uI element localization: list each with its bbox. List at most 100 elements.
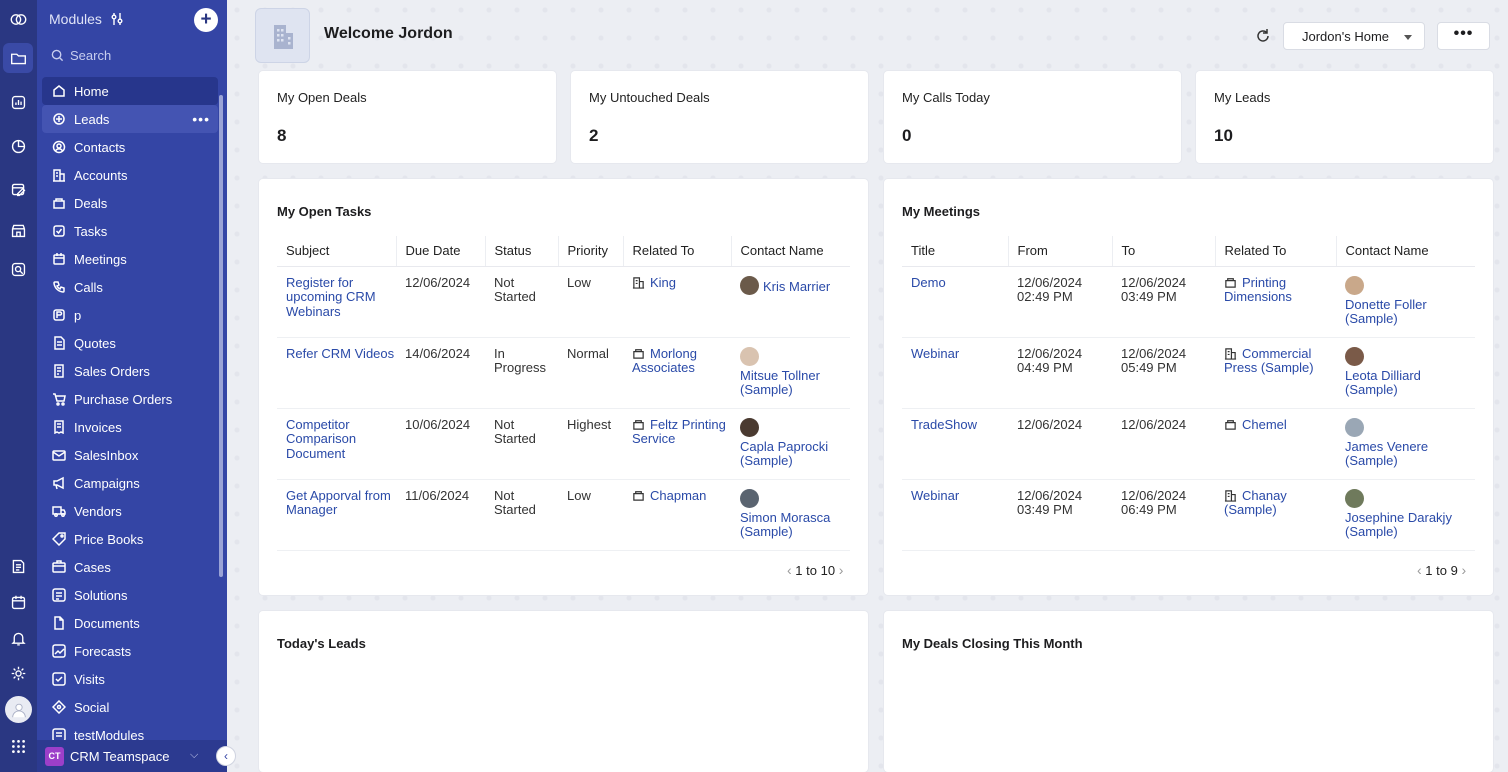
add-module-button[interactable]: + — [194, 8, 218, 32]
crm-logo-icon[interactable] — [8, 9, 28, 29]
page-title: Welcome Jordon — [324, 25, 453, 42]
contact-link[interactable]: Mitsue Tollner (Sample) — [740, 368, 820, 398]
sidebar-item-documents[interactable]: Documents — [42, 609, 218, 637]
column-header[interactable]: Priority — [558, 236, 624, 267]
contact-link[interactable]: Leota Dilliard (Sample) — [1345, 368, 1421, 398]
contact-link[interactable]: Donette Foller (Sample) — [1345, 297, 1427, 327]
sidebar-item-social[interactable]: Social — [42, 693, 218, 721]
column-header[interactable]: Status — [485, 236, 559, 267]
sidebar-item-solutions[interactable]: Solutions — [42, 581, 218, 609]
search-records-icon[interactable] — [8, 259, 28, 279]
prev-page-icon[interactable]: ‹ — [787, 562, 792, 578]
contact-link[interactable]: James Venere (Sample) — [1345, 439, 1428, 469]
sidebar-item-accounts[interactable]: Accounts — [42, 161, 218, 189]
stat-card-my-leads[interactable]: My Leads 10 — [1196, 71, 1493, 163]
icon-rail — [0, 0, 37, 772]
sidebar-item-campaigns[interactable]: Campaigns — [42, 469, 218, 497]
meeting-title-link[interactable]: Demo — [911, 275, 946, 290]
sidebar-item-leads[interactable]: Leads ••• — [42, 105, 218, 133]
sidebar-item-sales-orders[interactable]: Sales Orders — [42, 357, 218, 385]
column-header[interactable]: From — [1008, 236, 1113, 267]
sidebar-item-invoices[interactable]: Invoices — [42, 413, 218, 441]
sidebar-item-forecasts[interactable]: Forecasts — [42, 637, 218, 665]
module-settings-icon[interactable] — [110, 12, 124, 26]
related-to-link[interactable]: Chapman — [650, 488, 706, 503]
stat-card-untouched-deals[interactable]: My Untouched Deals 2 — [571, 71, 868, 163]
sidebar-item-cases[interactable]: Cases — [42, 553, 218, 581]
sidebar-item-purchase-orders[interactable]: Purchase Orders — [42, 385, 218, 413]
sidebar-item-contacts[interactable]: Contacts — [42, 133, 218, 161]
mail-icon — [52, 450, 66, 461]
priority: Highest — [558, 408, 623, 480]
refresh-icon[interactable] — [1254, 27, 1272, 45]
open-tasks-card: My Open Tasks Subject Due Date Status Pr… — [259, 179, 868, 595]
stat-card-calls-today[interactable]: My Calls Today 0 — [884, 71, 1181, 163]
column-header[interactable]: To — [1112, 236, 1216, 267]
related-to-link[interactable]: Feltz Printing Service — [632, 417, 726, 447]
column-header[interactable]: Subject — [277, 236, 397, 267]
next-page-icon[interactable]: › — [1461, 562, 1466, 578]
calendar-icon[interactable] — [8, 592, 28, 612]
home-view-dropdown[interactable]: Jordon's Home — [1283, 22, 1425, 50]
notifications-bell-icon[interactable] — [8, 628, 28, 648]
tasks-icon — [53, 225, 65, 237]
more-options-button[interactable]: ••• — [1437, 22, 1490, 50]
sidebar-item-quotes[interactable]: Quotes — [42, 329, 218, 357]
task-subject-link[interactable]: Get Apporval from Manager — [286, 488, 391, 518]
sidebar-item-vendors[interactable]: Vendors — [42, 497, 218, 525]
table-header-row: Subject Due Date Status Priority Related… — [277, 236, 850, 267]
teamspace-label: CRM Teamspace — [70, 748, 170, 764]
prev-page-icon[interactable]: ‹ — [1417, 562, 1422, 578]
sidebar-item-tasks[interactable]: Tasks — [42, 217, 218, 245]
column-header[interactable]: Contact Name — [1336, 236, 1475, 267]
related-to-link[interactable]: King — [650, 275, 676, 290]
contact-link[interactable]: Simon Morasca (Sample) — [740, 510, 830, 540]
related-to-link[interactable]: Commercial Press (Sample) — [1224, 346, 1314, 376]
meeting-title-link[interactable]: Webinar — [911, 488, 959, 503]
sidebar-item-meetings[interactable]: Meetings — [42, 245, 218, 273]
sidebar-item-visits[interactable]: Visits — [42, 665, 218, 693]
stat-card-open-deals[interactable]: My Open Deals 8 — [259, 71, 556, 163]
notes-icon[interactable] — [8, 556, 28, 576]
meeting-title-link[interactable]: Webinar — [911, 346, 959, 361]
sidebar-item-salesinbox[interactable]: SalesInbox — [42, 441, 218, 469]
task-subject-link[interactable]: Register for upcoming CRM Webinars — [286, 275, 376, 319]
related-to-link[interactable]: Chemel — [1242, 417, 1287, 432]
meeting-title-link[interactable]: TradeShow — [911, 417, 977, 432]
reports-icon[interactable] — [8, 92, 28, 112]
contact-link[interactable]: Kris Marrier — [763, 279, 830, 294]
megaphone-icon — [53, 476, 64, 490]
requests-icon[interactable] — [8, 179, 28, 199]
apps-grid-icon[interactable] — [8, 736, 28, 756]
column-header[interactable]: Related To — [1215, 236, 1337, 267]
contact-link[interactable]: Capla Paprocki (Sample) — [740, 439, 828, 469]
solutions-icon — [52, 588, 66, 602]
marketplace-icon[interactable] — [8, 220, 28, 240]
sidebar-item-label: Deals — [74, 195, 108, 211]
sidebar-item-home[interactable]: Home — [42, 77, 218, 105]
contact-link[interactable]: Josephine Darakjy (Sample) — [1345, 510, 1452, 540]
task-subject-link[interactable]: Competitor Comparison Document — [286, 417, 356, 461]
contact-avatar — [1345, 346, 1364, 366]
sidebar-item-deals[interactable]: Deals — [42, 189, 218, 217]
column-header[interactable]: Due Date — [396, 236, 486, 267]
task-subject-link[interactable]: Refer CRM Videos — [286, 346, 394, 361]
sidebar-item-calls[interactable]: Calls — [42, 273, 218, 301]
sidebar-scrollbar[interactable] — [219, 95, 223, 577]
teamspace-switcher[interactable]: CT CRM Teamspace ⌵ — [37, 740, 227, 772]
leads-more-options-icon[interactable]: ••• — [192, 111, 210, 127]
sidebar-item-price-books[interactable]: Price Books — [42, 525, 218, 553]
sidebar-item-label: Invoices — [74, 419, 122, 435]
my-meetings-card: My Meetings Title From To Related To Con… — [884, 179, 1493, 595]
user-avatar-icon[interactable] — [5, 696, 32, 723]
column-header[interactable]: Related To — [623, 236, 732, 267]
column-header[interactable]: Title — [902, 236, 1009, 267]
sidebar-item-p[interactable]: p — [42, 301, 218, 329]
collapse-sidebar-button[interactable]: ‹ — [216, 746, 236, 766]
next-page-icon[interactable]: › — [839, 562, 844, 578]
modules-folder-icon[interactable] — [3, 43, 33, 73]
column-header[interactable]: Contact Name — [731, 236, 850, 267]
settings-gear-icon[interactable] — [8, 663, 28, 683]
analytics-icon[interactable] — [8, 136, 28, 156]
module-search-input[interactable]: Search — [51, 48, 111, 63]
